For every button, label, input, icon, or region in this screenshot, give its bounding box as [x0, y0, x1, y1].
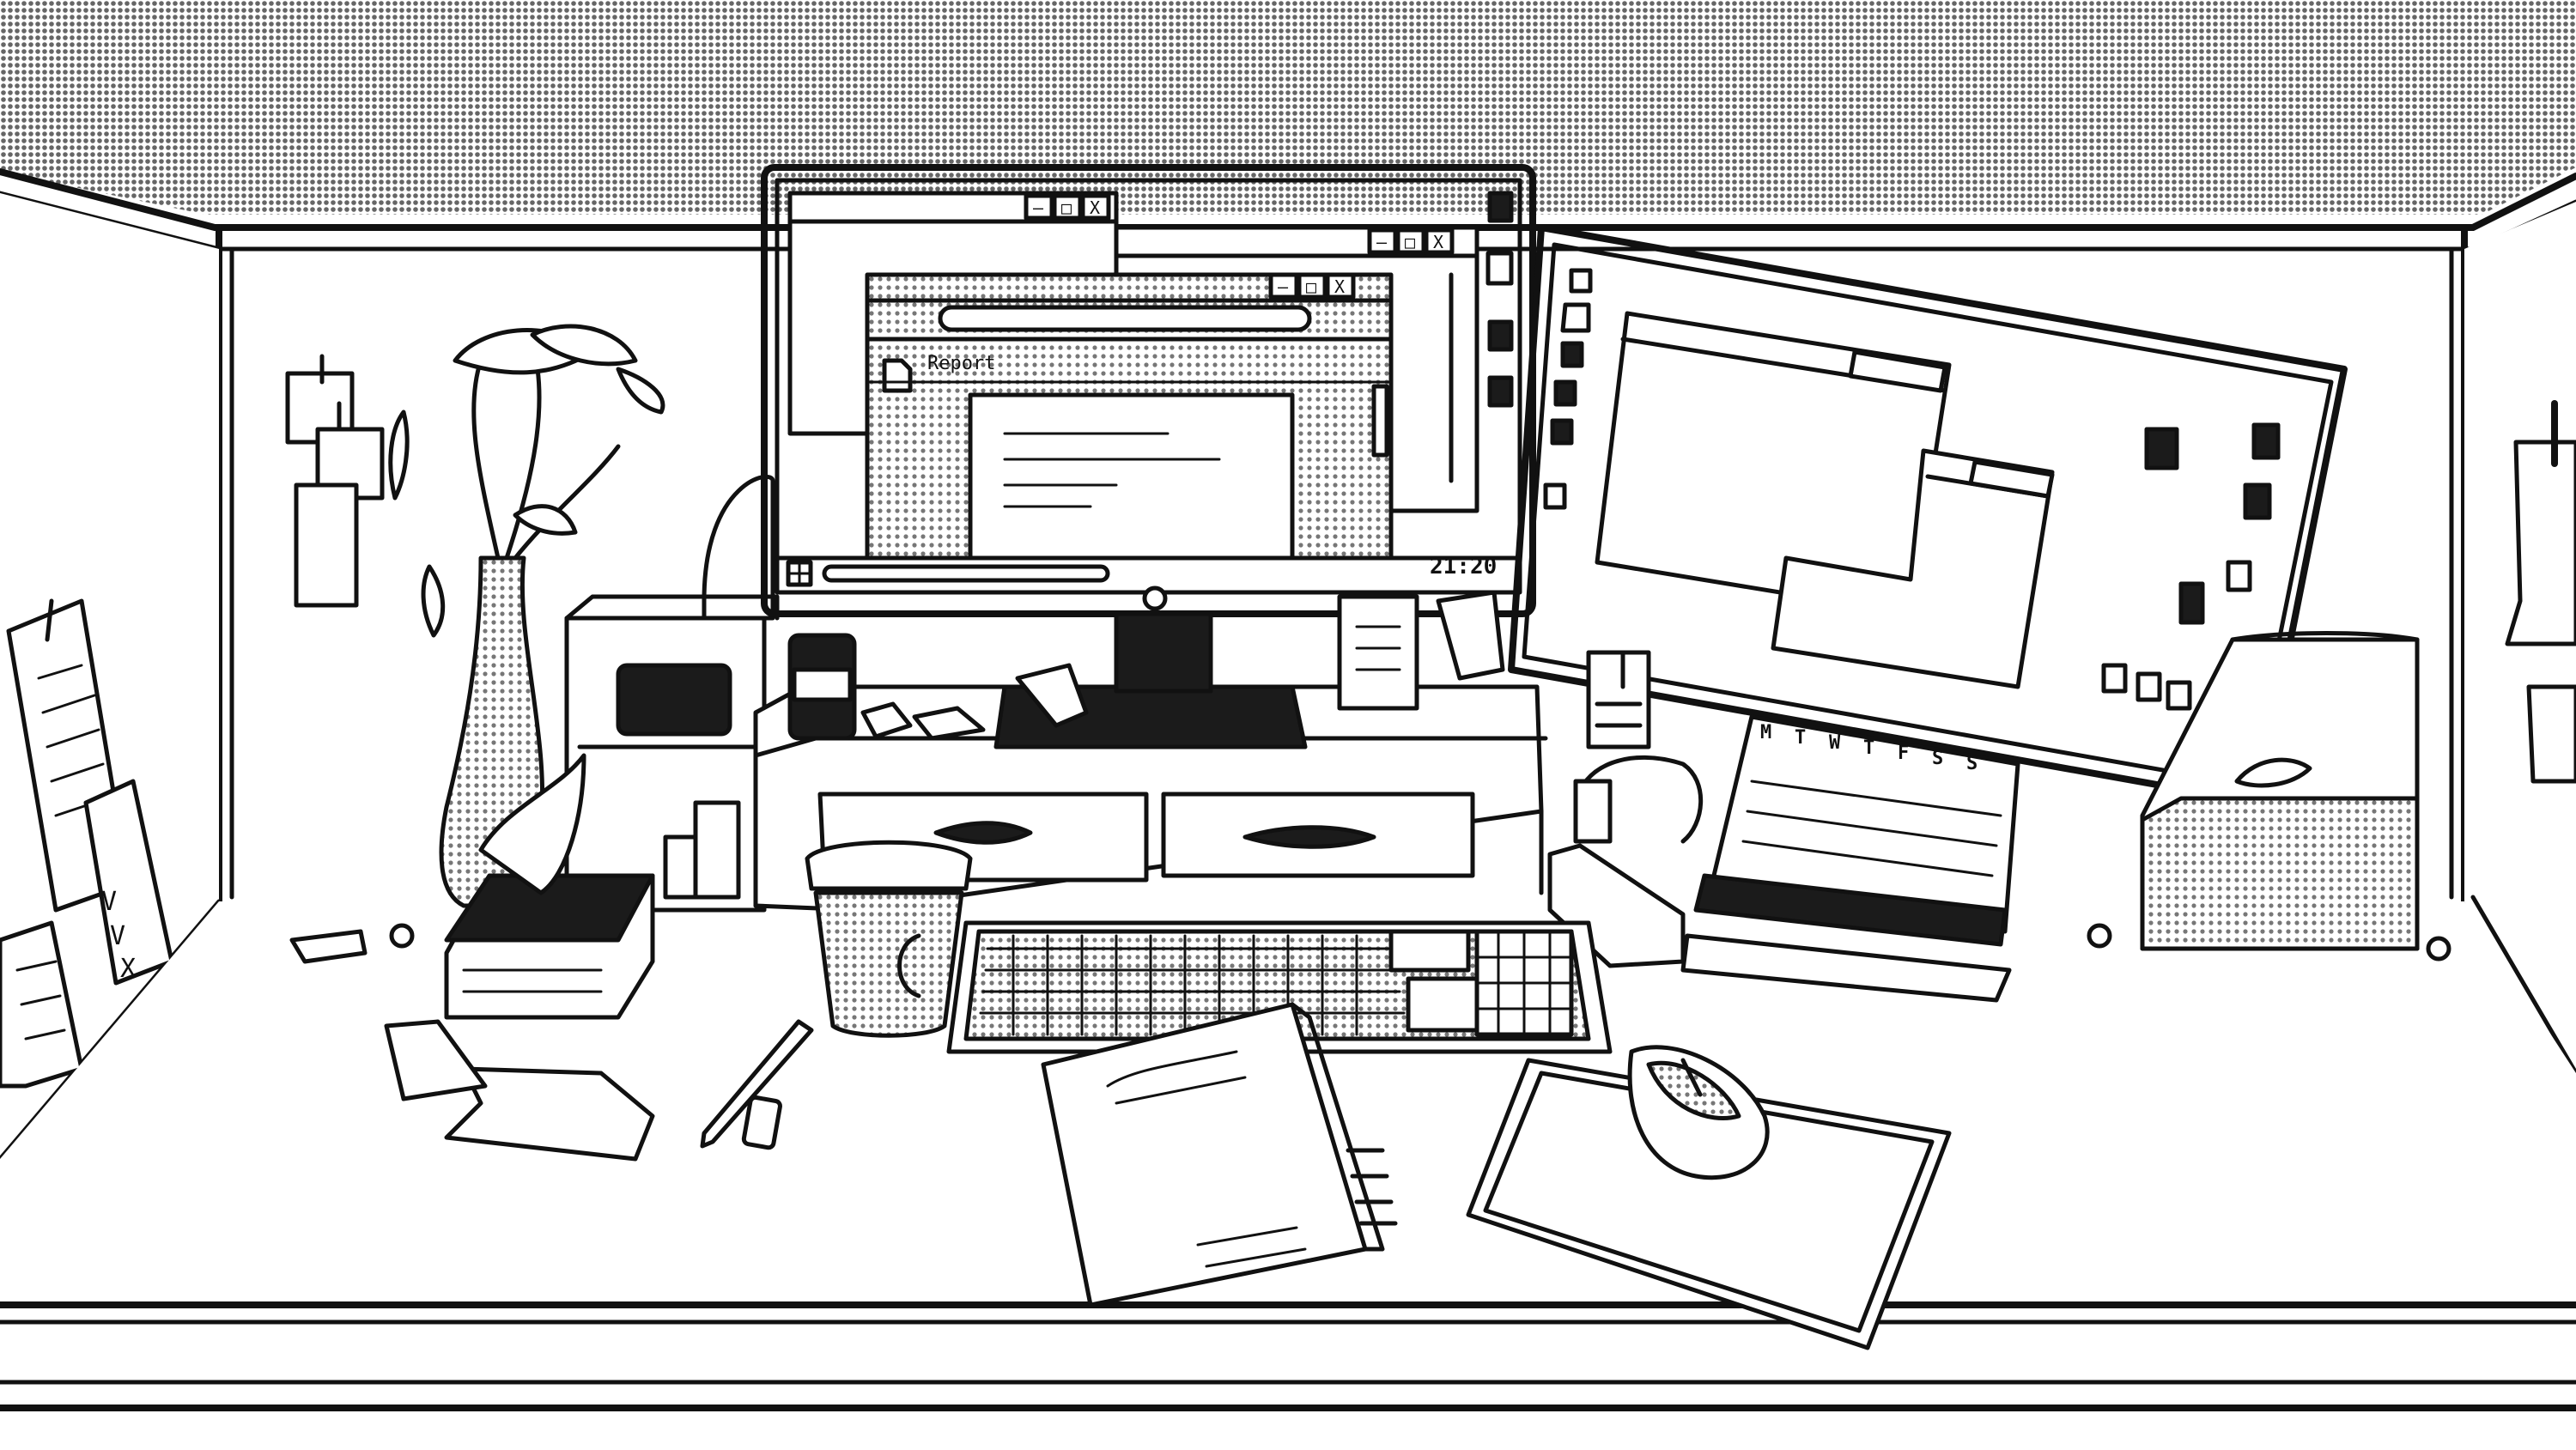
- calendar-day: S: [1966, 753, 1978, 774]
- file-icon[interactable]: [1569, 268, 1593, 294]
- file-icon[interactable]: [2144, 427, 2179, 470]
- file-icon[interactable]: [2178, 581, 2205, 625]
- file-icon[interactable]: [1543, 482, 1567, 510]
- file-icon[interactable]: [1487, 191, 1514, 223]
- address-bar[interactable]: [938, 305, 1312, 332]
- file-icon[interactable]: [2243, 482, 2272, 520]
- window-icon[interactable]: [2101, 663, 2128, 694]
- maximize-label: □: [1306, 276, 1316, 297]
- torn-note: [2505, 440, 2576, 646]
- speaker: [616, 663, 732, 737]
- coffee-cup: [805, 840, 973, 1038]
- side-shelf: [564, 594, 780, 913]
- bottle: [693, 800, 741, 900]
- file-icon[interactable]: [1550, 418, 1574, 446]
- maximize-label: □: [1061, 197, 1072, 218]
- file-icon[interactable]: [1487, 319, 1514, 352]
- eraser[interactable]: [741, 1095, 782, 1150]
- file-icon[interactable]: [1553, 379, 1577, 407]
- calendar-day: W: [1829, 732, 1841, 754]
- power-button[interactable]: [1142, 585, 1168, 611]
- file-icon[interactable]: [1487, 375, 1514, 408]
- window-front[interactable]: — □ X Report: [865, 272, 1394, 561]
- sticky-note: [1586, 650, 1651, 749]
- cubicle-scene: V V X — □ X — □ X — □ X Report 21:20 M T…: [0, 0, 2576, 1450]
- checklist-item-2: V: [110, 921, 125, 951]
- close-label: X: [1433, 232, 1443, 252]
- close-label: X: [1334, 276, 1345, 297]
- jar: [787, 633, 857, 741]
- taskbar-search[interactable]: [822, 564, 1110, 583]
- folder-icon[interactable]: [1560, 302, 1591, 333]
- checklist-item-1: V: [101, 887, 117, 917]
- bottle: [663, 834, 698, 900]
- side-window-a[interactable]: [1595, 311, 1952, 616]
- calendar-day: F: [1898, 743, 1909, 764]
- sticky-note: [294, 482, 359, 608]
- minimize-label: —: [1033, 197, 1044, 218]
- window-icon[interactable]: [2136, 671, 2162, 702]
- calendar-day: T: [1863, 737, 1874, 759]
- window-icon[interactable]: [2166, 680, 2192, 711]
- file-icon[interactable]: [2251, 422, 2281, 460]
- close-label: X: [1090, 197, 1100, 218]
- file-icon[interactable]: [2226, 560, 2252, 592]
- calendar-day: S: [1932, 748, 1943, 769]
- drawer-handle[interactable]: [1242, 825, 1376, 849]
- taskbar-clock: 21:20: [1430, 554, 1497, 579]
- calendar-day: M: [1760, 722, 1771, 743]
- drawer-handle[interactable]: [933, 821, 1033, 845]
- monitor-neck: [1114, 611, 1213, 694]
- calendar-day: T: [1795, 727, 1806, 749]
- document-page: [968, 392, 1295, 561]
- maximize-label: □: [1405, 232, 1415, 252]
- minimize-label: —: [1278, 276, 1289, 297]
- scene-canvas: V V X — □ X — □ X — □ X Report 21:20 M T…: [0, 0, 2576, 1450]
- minimize-label: —: [1376, 232, 1388, 252]
- checklist-item-3: X: [120, 954, 136, 984]
- file-icon: [882, 358, 913, 393]
- nav-keys[interactable]: [1388, 929, 1471, 973]
- document-label: Report: [927, 353, 995, 374]
- file-icon[interactable]: [1560, 341, 1584, 368]
- folder-icon[interactable]: [1485, 251, 1514, 286]
- sticky-note: [2526, 684, 2576, 784]
- charger: [1573, 779, 1613, 844]
- scrollbar[interactable]: [1371, 384, 1389, 458]
